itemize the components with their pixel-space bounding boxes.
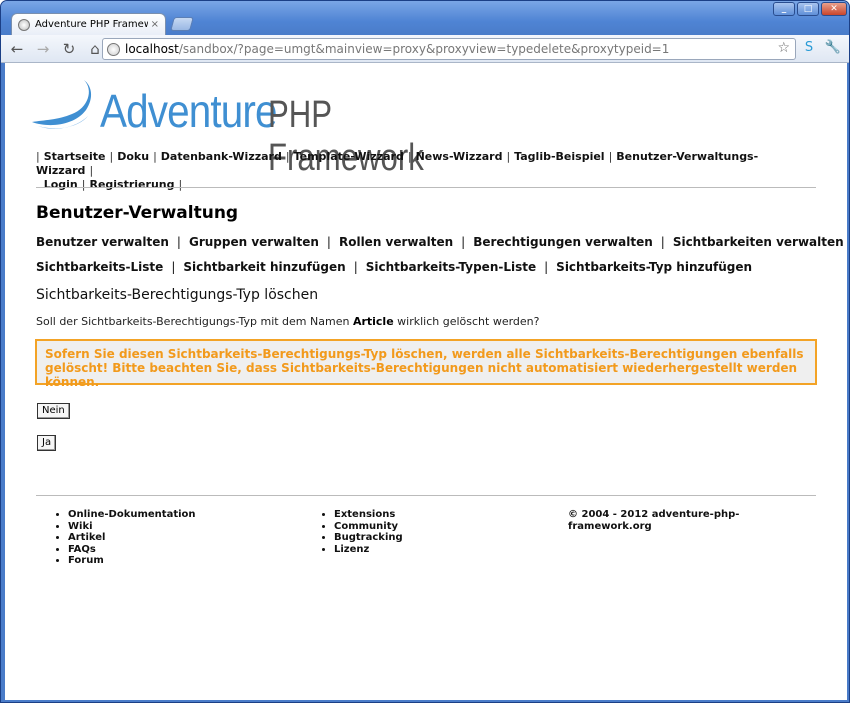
back-arrow-icon[interactable]: ←: [7, 39, 27, 59]
maximize-button[interactable]: □: [797, 2, 819, 16]
link-sichtbarkeiten-verwalten[interactable]: Sichtbarkeiten verwalten: [673, 235, 844, 249]
logo-text-adventure: Adventure: [100, 85, 277, 137]
nav-taglib-beispiel[interactable]: Taglib-Beispiel: [514, 150, 604, 163]
skype-extension-icon[interactable]: S: [800, 39, 818, 57]
link-sichtbarkeits-typen-liste[interactable]: Sichtbarkeits-Typen-Liste: [366, 260, 536, 274]
footer-links-1: Online-Dokumentation Wiki Artikel FAQs F…: [36, 509, 196, 567]
no-button[interactable]: Nein: [37, 403, 70, 419]
url-host: localhost: [125, 42, 179, 56]
footer-link-bugtracking[interactable]: Bugtracking: [334, 532, 403, 544]
title-bar: Adventure PHP Framework sa × _ □ ✕: [1, 1, 849, 35]
link-sichtbarkeits-liste[interactable]: Sichtbarkeits-Liste: [36, 260, 163, 274]
tab-title: Adventure PHP Framework sa: [35, 19, 148, 30]
bookmark-star-icon[interactable]: ☆: [777, 40, 790, 56]
link-rollen-verwalten[interactable]: Rollen verwalten: [339, 235, 453, 249]
type-name: Article: [352, 315, 394, 328]
confirm-question: Soll der Sichtbarkeits-Berechtigungs-Typ…: [36, 315, 539, 328]
minimize-button[interactable]: _: [773, 2, 795, 16]
user-management-nav: Benutzer verwalten | Gruppen verwalten | Rol…: [36, 235, 844, 249]
browser-toolbar: ← → ↻ ⌂ localhost/sandbox/?page=umgt&mai…: [1, 35, 849, 63]
nav-doku[interactable]: Doku: [117, 150, 149, 163]
browser-tab[interactable]: Adventure PHP Framework sa ×: [11, 13, 166, 35]
close-window-button[interactable]: ✕: [821, 2, 847, 16]
page-content: Adventure PHP Framework | Startseite | Doku…: [5, 63, 847, 700]
page-favicon-icon: [18, 18, 30, 31]
question-text-before: Soll der Sichtbarkeits-Berechtigungs-Typ…: [36, 315, 353, 328]
page-title: Benutzer-Verwaltung: [36, 203, 239, 223]
footer-link-faqs[interactable]: FAQs: [68, 544, 196, 556]
nav-template-wizzard[interactable]: Template-Wizzard: [294, 150, 404, 163]
logo-swoosh-icon: [32, 80, 92, 129]
copyright: © 2004 - 2012 adventure-php-framework.or…: [568, 509, 740, 532]
main-navigation: | Startseite | Doku | Datenbank-Wizzard | Templ…: [36, 150, 759, 191]
nav-datenbank-wizzard[interactable]: Datenbank-Wizzard: [161, 150, 282, 163]
divider: [36, 187, 816, 188]
forward-arrow-icon[interactable]: →: [33, 39, 53, 59]
site-logo[interactable]: Adventure PHP Framework: [30, 76, 500, 179]
footer-link-wiki[interactable]: Wiki: [68, 521, 196, 533]
footer-link-artikel[interactable]: Artikel: [68, 532, 196, 544]
link-benutzer-verwalten[interactable]: Benutzer verwalten: [36, 235, 169, 249]
warning-box: Sofern Sie diesen Sichtbarkeits-Berechti…: [35, 339, 817, 389]
nav-login[interactable]: Login: [44, 178, 78, 191]
footer-link-forum[interactable]: Forum: [68, 555, 196, 567]
footer-divider: [36, 495, 816, 496]
nav-news-wizzard[interactable]: News-Wizzard: [416, 150, 503, 163]
tab-close-icon[interactable]: ×: [151, 19, 159, 30]
link-sichtbarkeits-typ-hinzufuegen[interactable]: Sichtbarkeits-Typ hinzufügen: [556, 260, 752, 274]
new-tab-button[interactable]: [170, 17, 194, 31]
footer-link-extensions[interactable]: Extensions: [334, 509, 403, 521]
nav-registrierung[interactable]: Registrierung: [89, 178, 174, 191]
link-gruppen-verwalten[interactable]: Gruppen verwalten: [189, 235, 319, 249]
wrench-icon[interactable]: 🔧: [824, 39, 842, 57]
yes-button[interactable]: Ja: [37, 435, 57, 451]
footer-links-2: Extensions Community Bugtracking Lizenz: [302, 509, 403, 555]
reload-icon[interactable]: ↻: [59, 39, 79, 59]
footer-link-lizenz[interactable]: Lizenz: [334, 544, 403, 556]
address-bar[interactable]: localhost/sandbox/?page=umgt&mainview=pr…: [102, 38, 796, 60]
footer-link-community[interactable]: Community: [334, 521, 403, 533]
url-path: /sandbox/?page=umgt&mainview=proxy&proxy…: [178, 42, 670, 56]
link-berechtigungen-verwalten[interactable]: Berechtigungen verwalten: [473, 235, 653, 249]
visibility-nav: Sichtbarkeits-Liste | Sichtbarkeit hinzufü…: [36, 260, 753, 274]
nav-startseite[interactable]: Startseite: [44, 150, 106, 163]
question-text-after: wirklich gelöscht werden?: [393, 315, 540, 328]
page-icon: [107, 42, 120, 56]
section-title: Sichtbarkeits-Berechtigungs-Typ löschen: [36, 287, 319, 303]
footer-link-online-dokumentation[interactable]: Online-Dokumentation: [68, 509, 196, 521]
browser-window: Adventure PHP Framework sa × _ □ ✕ ← → ↻…: [0, 0, 850, 703]
link-sichtbarkeit-hinzufuegen[interactable]: Sichtbarkeit hinzufügen: [183, 260, 345, 274]
